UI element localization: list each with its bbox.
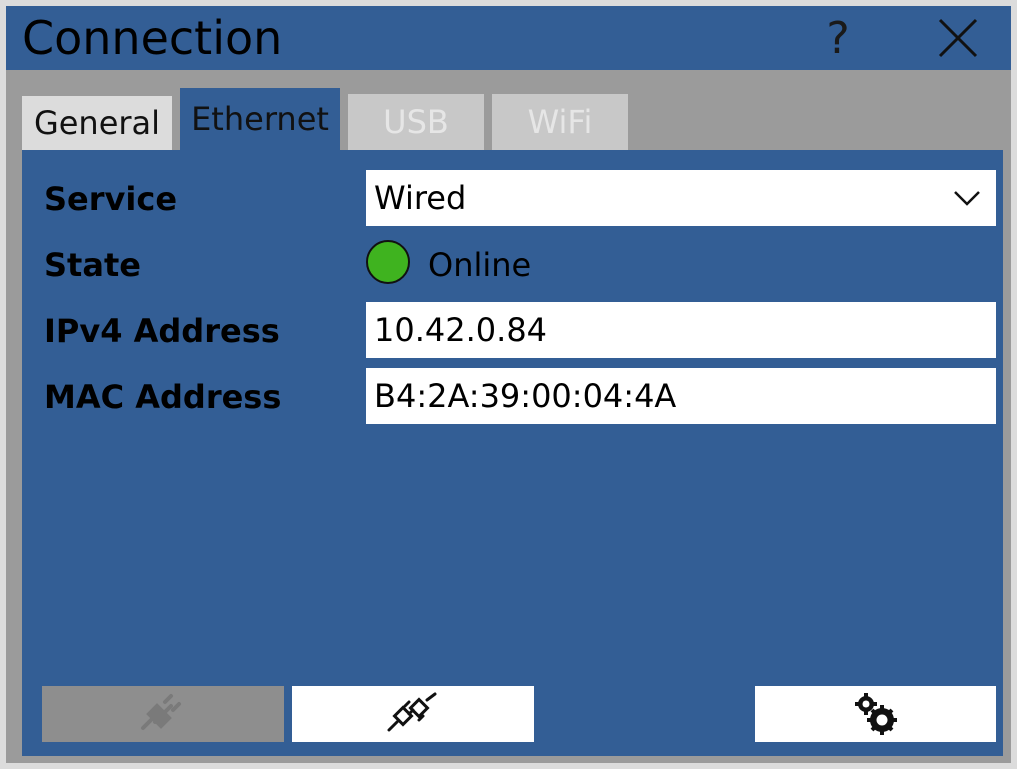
state-label: State: [44, 246, 141, 284]
mac-value: B4:2A:39:00:04:4A: [374, 377, 677, 415]
tab-ethernet[interactable]: Ethernet: [180, 88, 340, 150]
service-label: Service: [44, 180, 178, 218]
settings-button[interactable]: [755, 686, 996, 742]
state-value: Online: [428, 246, 532, 284]
plug-disconnect-icon: [141, 694, 181, 730]
connection-dialog: Connection ? General Ethernet USB WiFi S…: [6, 6, 1011, 763]
ipv4-value: 10.42.0.84: [374, 311, 548, 349]
status-indicator: [366, 240, 410, 284]
mac-label: MAC Address: [44, 378, 282, 416]
chevron-down-icon: [954, 191, 980, 206]
gears-icon: [854, 693, 897, 735]
window-title: Connection: [22, 11, 283, 65]
ipv4-label: IPv4 Address: [44, 312, 280, 350]
ipv4-field: 10.42.0.84: [366, 302, 996, 358]
connect-button[interactable]: [292, 686, 534, 742]
title-bar: Connection ?: [6, 6, 1011, 70]
tab-usb: USB: [348, 94, 484, 150]
close-icon: [938, 18, 978, 58]
tab-wifi: WiFi: [492, 94, 628, 150]
service-value: Wired: [374, 179, 467, 217]
disconnect-button: [42, 686, 284, 742]
mac-field: B4:2A:39:00:04:4A: [366, 368, 996, 424]
close-button[interactable]: [932, 16, 984, 60]
help-button[interactable]: ?: [808, 6, 868, 70]
service-select[interactable]: Wired: [366, 170, 996, 226]
ethernet-panel: Service Wired State Online IPv4 Address …: [22, 150, 1003, 756]
plug-connect-icon: [387, 692, 437, 732]
tab-general[interactable]: General: [22, 96, 172, 150]
